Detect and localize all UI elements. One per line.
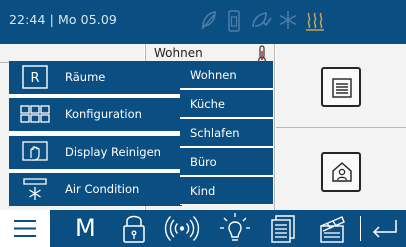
back-button[interactable]	[366, 210, 406, 247]
toolbar-divider	[360, 216, 361, 241]
bottom-toolbar: M	[0, 210, 406, 247]
room-name: Wohnen	[154, 46, 203, 60]
tile-document[interactable]	[276, 44, 406, 127]
menu-item-konfiguration[interactable]: Konfiguration	[9, 98, 182, 131]
menu-item-label: Konfiguration	[65, 107, 142, 121]
letter-r-glyph: R	[30, 71, 39, 86]
main-menu: R Räume Konfiguration Display Reinigen A…	[9, 61, 182, 206]
eco-leaf-icon	[200, 9, 218, 35]
document-button[interactable]	[321, 67, 361, 107]
room-item-label: Wohnen	[190, 68, 237, 82]
mode-m-label: M	[75, 214, 96, 242]
room-item-buero[interactable]: Büro	[180, 148, 273, 175]
menu-item-raeume[interactable]: R Räume	[9, 61, 182, 94]
menu-item-label: Air Condition	[65, 182, 140, 196]
heating-icon	[305, 9, 325, 35]
menu-button[interactable]	[0, 210, 50, 247]
tile-presence[interactable]	[276, 128, 406, 210]
app-screen: 22:44 | Mo 05.09 Wohnen R Räume Konfigur…	[0, 0, 406, 247]
presence-button[interactable]	[321, 152, 361, 192]
wireless-button[interactable]	[162, 210, 202, 247]
room-item-schlafen[interactable]: Schlafen	[180, 119, 273, 146]
room-item-wohnen[interactable]: Wohnen	[180, 61, 273, 88]
room-item-kind[interactable]: Kind	[180, 177, 273, 204]
air-condition-icon	[19, 177, 51, 201]
room-item-label: Schlafen	[190, 126, 240, 140]
room-item-label: Küche	[190, 97, 225, 111]
home-person-icon	[331, 161, 353, 187]
room-item-label: Büro	[190, 155, 217, 169]
window-contact-icon	[227, 9, 241, 37]
snowflake-icon	[278, 9, 298, 35]
mode-m-button[interactable]: M	[64, 210, 108, 247]
menu-item-label: Räume	[65, 70, 106, 84]
room-item-kueche[interactable]: Küche	[180, 90, 273, 117]
menu-item-display-reinigen[interactable]: Display Reinigen	[9, 136, 182, 169]
status-bar: 22:44 | Mo 05.09	[0, 0, 406, 44]
menu-item-label: Display Reinigen	[65, 145, 161, 159]
date-time: 22:44 | Mo 05.09	[9, 12, 117, 27]
light-button[interactable]	[216, 210, 254, 247]
hand-cleaning-icon	[19, 140, 51, 164]
room-submenu: Wohnen Küche Schlafen Büro Kind	[180, 61, 273, 205]
menu-item-air-condition[interactable]: Air Condition	[9, 173, 182, 206]
documents-button[interactable]	[266, 210, 302, 247]
letter-r-icon: R	[19, 65, 51, 89]
grid-icon	[19, 102, 51, 126]
lock-button[interactable]	[115, 210, 153, 247]
scene-button[interactable]	[313, 210, 353, 247]
document-list-icon	[332, 78, 352, 102]
room-item-label: Kind	[190, 184, 216, 198]
eco-check-icon	[250, 9, 272, 35]
